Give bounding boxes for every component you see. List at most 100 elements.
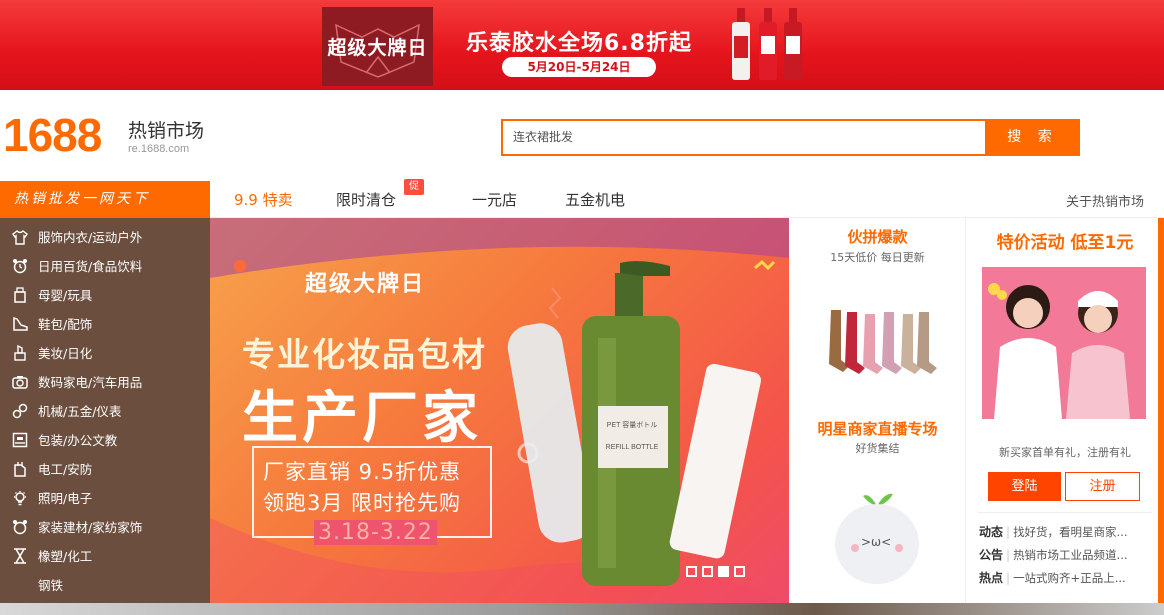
category-item-chemicals[interactable]: 橡塑/化工 [0, 541, 210, 570]
category-item-cosmetics[interactable]: 美妆/日化 [0, 338, 210, 367]
banner-date: 3.18-3.22 [314, 520, 437, 545]
carousel-indicators [686, 566, 745, 577]
main-banner-carousel[interactable]: PET 容量ボトル REFILL BOTTLE 超级大牌日 专业化妆品包材 生产… [210, 218, 789, 603]
category-item-electrical[interactable]: 电工/安防 [0, 454, 210, 483]
svg-text:>ω<: >ω< [861, 535, 891, 549]
box-icon [11, 431, 29, 449]
category-label: 美妆/日化 [38, 346, 93, 361]
tab-hardware[interactable]: 五金机电 [565, 189, 625, 210]
carousel-dot[interactable] [734, 566, 745, 577]
register-button[interactable]: 注册 [1065, 472, 1140, 501]
glue-bottle-image [732, 8, 750, 80]
new-buyer-tip: 新买家首单有礼，注册有礼 [999, 446, 1131, 459]
news-text[interactable]: 热销市场工业品频道... [1013, 547, 1127, 563]
site-url: re.1688.com [128, 143, 190, 155]
bulb-icon [11, 489, 29, 507]
category-item-home-decor[interactable]: 家装建材/家纺家饰 [0, 512, 210, 541]
divider [978, 512, 1152, 513]
news-text[interactable]: 一站式购齐+正品上... [1013, 570, 1126, 586]
banner-headline-2: 生产厂家 [242, 386, 482, 451]
search-button[interactable]: 搜 索 [985, 119, 1080, 156]
login-button[interactable]: 登陆 [988, 472, 1061, 501]
category-label: 鞋包/配饰 [38, 317, 93, 332]
banner-offer-line-2: 领跑3月 限时抢先购 [263, 491, 462, 515]
shirt-icon [11, 228, 29, 246]
news-item[interactable]: 热点 | 一站式购齐+正品上... [979, 569, 1126, 586]
banner-offer-line-1: 厂家直销 9.5折优惠 [263, 460, 462, 484]
news-text[interactable]: 找好货，看明星商家... [1013, 524, 1127, 540]
category-menu-title: 热销批发一网天下 [0, 181, 210, 218]
promo-date: 5月20日-5月24日 [502, 57, 656, 77]
banner-badge: 超级大牌日 [305, 272, 426, 297]
category-label: 包装/办公文教 [38, 433, 118, 448]
category-item-daily-goods[interactable]: 日用百货/食品饮料 [0, 251, 210, 280]
category-label: 电工/安防 [38, 462, 93, 477]
category-label: 照明/电子 [38, 491, 93, 506]
gear-icon [11, 402, 29, 420]
tab-one-yuan-store[interactable]: 一元店 [472, 189, 517, 210]
promo-badge: 促 [404, 179, 424, 195]
category-item-machinery[interactable]: 机械/五金/仪表 [0, 396, 210, 425]
livestream-title[interactable]: 明星商家直播专场 [789, 418, 966, 439]
lipstick-icon [11, 344, 29, 362]
category-sidebar: 服饰内衣/运动户外 日用百货/食品饮料 母婴/玩具 鞋包/配饰 美妆/日化 数码… [0, 218, 210, 603]
category-item-shoes-bags[interactable]: 鞋包/配饰 [0, 309, 210, 338]
super-brand-day-badge: 超级大牌日 [322, 7, 433, 86]
bottle-label-top: PET 容量ボトル [606, 422, 658, 429]
alarm-clock-icon [11, 257, 29, 275]
camera-icon [11, 373, 29, 391]
humidifier-product-image[interactable]: >ω< [789, 486, 966, 586]
top-promo-banner[interactable]: 超级大牌日 乐泰胶水全场6.8折起 5月20日-5月24日 [0, 0, 1164, 90]
category-item-steel[interactable]: 钢铁 [0, 570, 210, 599]
site-logo[interactable]: 1688 [3, 108, 102, 162]
carousel-dot-active[interactable] [718, 566, 729, 577]
right-column: 特价活动 低至1元 新买家首单有礼，注册有礼 登陆 注册 动态 | 找好货，看明星… [966, 218, 1164, 603]
news-tag: 热点 [979, 571, 1004, 585]
group-buy-title[interactable]: 伙拼爆款 [789, 226, 966, 247]
category-item-baby[interactable]: 母婴/玩具 [0, 280, 210, 309]
news-item[interactable]: 动态 | 找好货，看明星商家... [979, 523, 1128, 540]
category-label: 数码家电/汽车用品 [38, 375, 143, 390]
about-link[interactable]: 关于热销市场 [1066, 191, 1144, 210]
tab-clearance[interactable]: 限时清仓 [336, 189, 396, 210]
news-item[interactable]: 公告 | 热销市场工业品频道... [979, 546, 1128, 563]
models-illustration [982, 267, 1146, 419]
category-label: 钢铁 [38, 578, 64, 593]
badge-text: 超级大牌日 [327, 37, 428, 59]
group-buy-subtitle: 15天低价 每日更新 [830, 251, 925, 264]
page-root: 超级大牌日 乐泰胶水全场6.8折起 5月20日-5月24日 1688 热销市场 … [0, 0, 1164, 615]
right-edge-accent [1158, 218, 1164, 603]
special-offer-title[interactable]: 特价活动 低至1元 [966, 228, 1164, 253]
glue-bottle-image [784, 8, 802, 80]
category-item-packaging[interactable]: 包装/办公文教 [0, 425, 210, 454]
category-item-apparel[interactable]: 服饰内衣/运动户外 [0, 222, 210, 251]
home-clock-icon [11, 518, 29, 536]
models-promo-image[interactable] [982, 267, 1146, 419]
steel-icon [11, 576, 29, 594]
shoe-icon [11, 315, 29, 333]
category-label: 机械/五金/仪表 [38, 404, 122, 419]
bottom-banner-edge [0, 603, 1164, 615]
category-label: 家装建材/家纺家饰 [38, 520, 143, 535]
tab-9-9-sale[interactable]: 9.9 特卖 [234, 189, 293, 210]
news-tag: 动态 [979, 525, 1004, 539]
category-label: 服饰内衣/运动户外 [38, 230, 143, 245]
carousel-dot[interactable] [686, 566, 697, 577]
socks-product-image[interactable] [789, 306, 966, 396]
bottle-label-bottom: REFILL BOTTLE [605, 444, 659, 451]
category-label: 日用百货/食品饮料 [38, 259, 143, 274]
news-tag: 公告 [979, 548, 1004, 562]
site-name[interactable]: 热销市场 [128, 116, 204, 143]
category-item-lighting[interactable]: 照明/电子 [0, 483, 210, 512]
carousel-dot[interactable] [702, 566, 713, 577]
category-label: 橡塑/化工 [38, 549, 93, 564]
banner-headline: 专业化妆品包材 [242, 335, 487, 374]
flask-icon [11, 547, 29, 565]
plug-icon [11, 460, 29, 478]
promo-title: 乐泰胶水全场6.8折起 [466, 31, 692, 56]
category-label: 母婴/玩具 [38, 288, 93, 303]
search-input[interactable]: 连衣裙批发 [501, 119, 987, 156]
baby-bottle-icon [11, 286, 29, 304]
livestream-subtitle: 好货集结 [855, 442, 900, 455]
category-item-electronics[interactable]: 数码家电/汽车用品 [0, 367, 210, 396]
